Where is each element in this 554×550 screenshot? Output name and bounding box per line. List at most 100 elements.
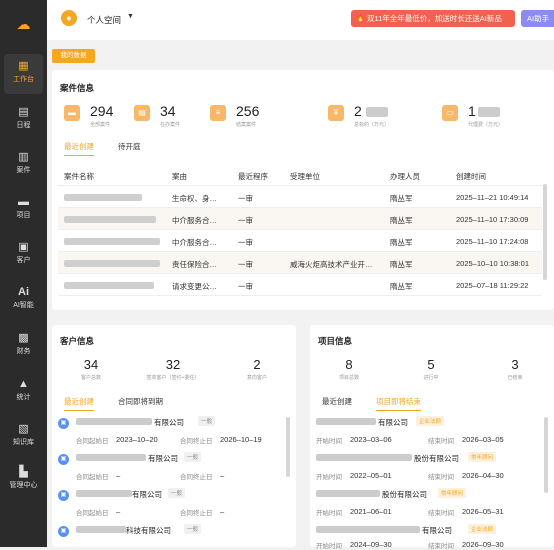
list-item[interactable]: ▣ 有限公司 一般 合同起始日 – 合同终止日 – [58, 449, 284, 489]
cell-created: 2025–11–10 17:24:08 [456, 237, 529, 246]
project-list-scrollbar[interactable] [544, 417, 548, 493]
stat-signed-customers[interactable]: 32 签单客户（签约+委任） [138, 357, 208, 381]
project-type-tag: 企业法顾 [468, 524, 497, 534]
project-name: 股份有限公司 [414, 454, 459, 463]
stat-label: 总标的（万元） [354, 122, 390, 128]
wallet-icon: ▭ [442, 105, 458, 121]
blurred-project-name [316, 454, 412, 461]
start-label: 合同起始日 [76, 474, 109, 481]
blurred-case-name [64, 238, 160, 245]
list-item[interactable]: ▣ 科技有限公司 一般 [58, 521, 284, 545]
list-item[interactable]: 有限公司 企业法顾 开始时间 2024–09–30 结束时间 2026–09–3… [316, 521, 542, 550]
sidebar-item-label: 项目 [16, 212, 31, 219]
chevron-down-icon[interactable]: ▼ [127, 13, 134, 20]
list-item[interactable]: 有限公司 企业法顾 开始时间 2023–03–06 结束时间 2026–03–0… [316, 413, 542, 453]
tab-recent[interactable]: 最近创建 [322, 396, 352, 410]
sidebar-item-statistics[interactable]: ▲ 统计 [4, 372, 43, 412]
stat-closed-cases[interactable]: ≡ 256 结案案件 [210, 103, 310, 133]
stat-prospect-customers[interactable]: 2 意向客户 [222, 357, 292, 381]
end-label: 结束时间 [428, 474, 454, 481]
grid-icon: ▦ [18, 60, 29, 72]
stat-agency-fee[interactable]: ▭ 1 代理费（万元） [442, 103, 542, 133]
start-label: 开始时间 [316, 543, 342, 550]
cell-handler: 隋丛军 [390, 238, 413, 247]
stat-finished[interactable]: 3 已结束 [480, 357, 550, 381]
stat-label: 进行中 [423, 375, 439, 381]
end-date: 2026–09–30 [462, 540, 504, 549]
column-header: 受理单位 [290, 172, 320, 181]
sidebar-item-projects[interactable]: ▬ 项目 [4, 190, 43, 230]
tab-pending-hearing[interactable]: 待开庭 [118, 141, 141, 155]
user-avatar-icon[interactable]: ● [61, 10, 77, 26]
cell-cause: 中介服务合… [172, 238, 217, 247]
ai-assistant-button[interactable]: AI助手 [521, 10, 554, 27]
column-header: 最近程序 [238, 172, 268, 181]
blurred-project-name [316, 418, 376, 425]
blurred-case-name [64, 282, 154, 289]
stat-value: 294 [90, 103, 114, 119]
case-table-scrollbar[interactable] [543, 184, 547, 280]
promo-banner[interactable]: 🔥 双11年全年最低价，加送时长还送AI新品 [351, 10, 515, 27]
sidebar-item-label: 客户 [16, 257, 31, 264]
tab-recent[interactable]: 最近创建 [64, 396, 94, 411]
tab-recent[interactable]: 最近创建 [64, 141, 94, 156]
fire-icon: 🔥 [356, 15, 365, 22]
sidebar-item-ai[interactable]: Ai AI智能 [4, 280, 43, 320]
customer-list-scrollbar[interactable] [286, 417, 290, 477]
stat-value: 1 [468, 103, 476, 119]
start-date: – [116, 507, 121, 516]
table-row[interactable]: 中介服务合… 一审 隋丛军 2025–11–10 17:24:08 [58, 230, 542, 252]
sidebar-item-schedule[interactable]: ▤ 日程 [4, 100, 43, 140]
column-header: 创建时间 [456, 172, 486, 181]
blurred-company-name [76, 454, 146, 461]
cell-stage: 一审 [238, 282, 253, 291]
list-item[interactable]: ▣ 有限公司 一般 合同起始日 – 合同终止日 – [58, 485, 284, 525]
cell-cause: 责任保险合… [172, 260, 217, 269]
table-row[interactable]: 生命权、身… 一审 隋丛军 2025–11–21 10:49:14 [58, 186, 542, 208]
cell-stage: 一审 [238, 194, 253, 203]
case-info-card: 案件信息 ▬ 294 全部案件 ▤ 34 在办案件 ≡ 256 结案案件 ¥ 2… [52, 70, 554, 310]
stat-value: 34 [160, 103, 176, 119]
project-type-tag: 常年顾问 [438, 488, 467, 498]
sidebar-item-workbench[interactable]: ▦ 工作台 [4, 54, 43, 94]
cell-handler: 隋丛军 [390, 216, 413, 225]
end-date: – [220, 471, 225, 480]
stat-project-total[interactable]: 8 项目总数 [314, 357, 384, 381]
stat-total-amount[interactable]: ¥ 2 总标的（万元） [328, 103, 428, 133]
space-selector[interactable]: 个人空间 [87, 14, 121, 26]
blurred-value [366, 107, 388, 117]
stat-label: 全部案件 [90, 122, 111, 128]
end-label: 合同终止日 [180, 438, 213, 445]
sidebar-item-cases[interactable]: ▥ 案件 [4, 145, 43, 185]
company-icon: ▣ [58, 490, 69, 501]
start-label: 开始时间 [316, 438, 342, 445]
stat-in-progress[interactable]: 5 进行中 [396, 357, 466, 381]
end-date: – [220, 507, 225, 516]
stat-customer-total[interactable]: 34 客户总数 [56, 357, 126, 381]
tab-my-data[interactable]: 我的数据 [52, 49, 95, 63]
sidebar-item-finance[interactable]: ▩ 财务 [4, 326, 43, 366]
table-row[interactable]: 责任保险合… 一审 威海火炬高技术产业开… 隋丛军 2025–10–10 10:… [58, 252, 542, 274]
cell-cause: 生命权、身… [172, 194, 217, 203]
end-label: 结束时间 [428, 510, 454, 517]
chart-icon: ▲ [18, 378, 29, 390]
sidebar-item-label: 统计 [16, 394, 31, 401]
list-item[interactable]: 股份有限公司 常年顾问 开始时间 2022–05–01 结束时间 2026–04… [316, 449, 542, 489]
tab-ending-soon[interactable]: 项目即将结束 [376, 396, 421, 411]
tab-contract-expiring[interactable]: 合同即将到期 [118, 396, 163, 410]
list-item[interactable]: ▣ 有限公司 一般 合同起始日 2023–10–20 合同终止日 2026–10… [58, 413, 284, 453]
table-row[interactable]: 中介服务合… 一审 隋丛军 2025–11–10 17:30:09 [58, 208, 542, 230]
blurred-company-name [76, 526, 126, 533]
finance-icon: ▩ [18, 332, 29, 344]
end-date: 2026–05–31 [462, 507, 504, 516]
table-row[interactable]: 请求变更公… 一审 隋丛军 2025–07–18 11:29:22 [58, 274, 542, 296]
stat-label: 在办案件 [160, 122, 181, 128]
list-item[interactable]: 股份有限公司 常年顾问 开始时间 2021–06–01 结束时间 2026–05… [316, 485, 542, 525]
sidebar-item-admin[interactable]: ▙ 管理中心 [4, 460, 43, 500]
sidebar-item-knowledge[interactable]: ▧ 知识库 [4, 417, 43, 457]
start-date: – [116, 471, 121, 480]
cell-created: 2025–11–21 10:49:14 [456, 193, 529, 202]
start-date: 2022–05–01 [350, 471, 392, 480]
sidebar-item-label: 日程 [16, 122, 31, 129]
sidebar-item-customers[interactable]: ▣ 客户 [4, 235, 43, 275]
